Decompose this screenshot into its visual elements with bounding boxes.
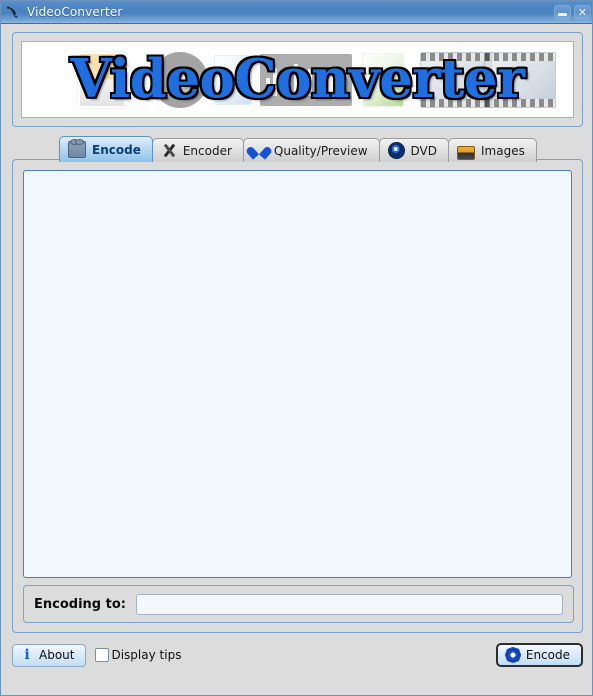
about-button[interactable]: i About bbox=[12, 643, 87, 667]
window-title: VideoConverter bbox=[27, 5, 123, 19]
gear-icon bbox=[505, 648, 520, 662]
tab-dvd[interactable]: DVD bbox=[378, 138, 450, 162]
minimize-button[interactable] bbox=[554, 4, 571, 20]
application-window: VideoConverter ✕ VideoConverter Encode E… bbox=[0, 0, 593, 696]
app-bird-icon bbox=[5, 4, 22, 21]
encode-button[interactable]: Encode bbox=[495, 643, 583, 667]
encode-file-list[interactable] bbox=[23, 170, 572, 578]
title-bar: VideoConverter ✕ bbox=[1, 1, 592, 24]
display-tips-label: Display tips bbox=[111, 648, 182, 662]
checkbox-box[interactable] bbox=[95, 648, 110, 662]
tab-content-frame: Encoding to: bbox=[12, 159, 583, 633]
close-icon: ✕ bbox=[577, 5, 588, 19]
heart-icon bbox=[252, 143, 268, 158]
tab-bar: Encode Encoder Quality/Preview DVD Image… bbox=[59, 136, 537, 162]
tab-encoder-label: Encoder bbox=[182, 143, 232, 158]
banner-frame: VideoConverter bbox=[12, 32, 583, 127]
encoding-to-input[interactable] bbox=[135, 593, 563, 615]
about-button-label: About bbox=[39, 648, 75, 662]
tab-encode[interactable]: Encode bbox=[59, 136, 153, 162]
images-card-icon bbox=[457, 145, 476, 160]
tab-images-label: Images bbox=[481, 143, 525, 158]
tab-quality-preview-label: Quality/Preview bbox=[273, 143, 368, 158]
tab-encode-label: Encode bbox=[92, 142, 141, 157]
tab-dvd-label: DVD bbox=[410, 143, 438, 158]
tab-encoder[interactable]: Encoder bbox=[151, 138, 244, 162]
tab-quality-preview[interactable]: Quality/Preview bbox=[242, 138, 380, 162]
encoding-to-group: Encoding to: bbox=[23, 585, 574, 623]
encoding-to-label: Encoding to: bbox=[34, 596, 126, 612]
tab-images[interactable]: Images bbox=[448, 138, 537, 162]
tools-icon bbox=[161, 143, 177, 158]
logo-banner: VideoConverter bbox=[21, 41, 574, 118]
film-camera-icon bbox=[68, 139, 86, 158]
logo-wordmark: VideoConverter bbox=[70, 48, 525, 110]
info-icon: i bbox=[24, 647, 30, 663]
display-tips-checkbox[interactable]: Display tips bbox=[95, 648, 181, 662]
encode-button-label: Encode bbox=[525, 648, 570, 662]
disc-icon bbox=[387, 142, 405, 159]
footer-bar: i About Display tips Encode bbox=[12, 641, 583, 669]
close-button[interactable]: ✕ bbox=[574, 4, 591, 20]
